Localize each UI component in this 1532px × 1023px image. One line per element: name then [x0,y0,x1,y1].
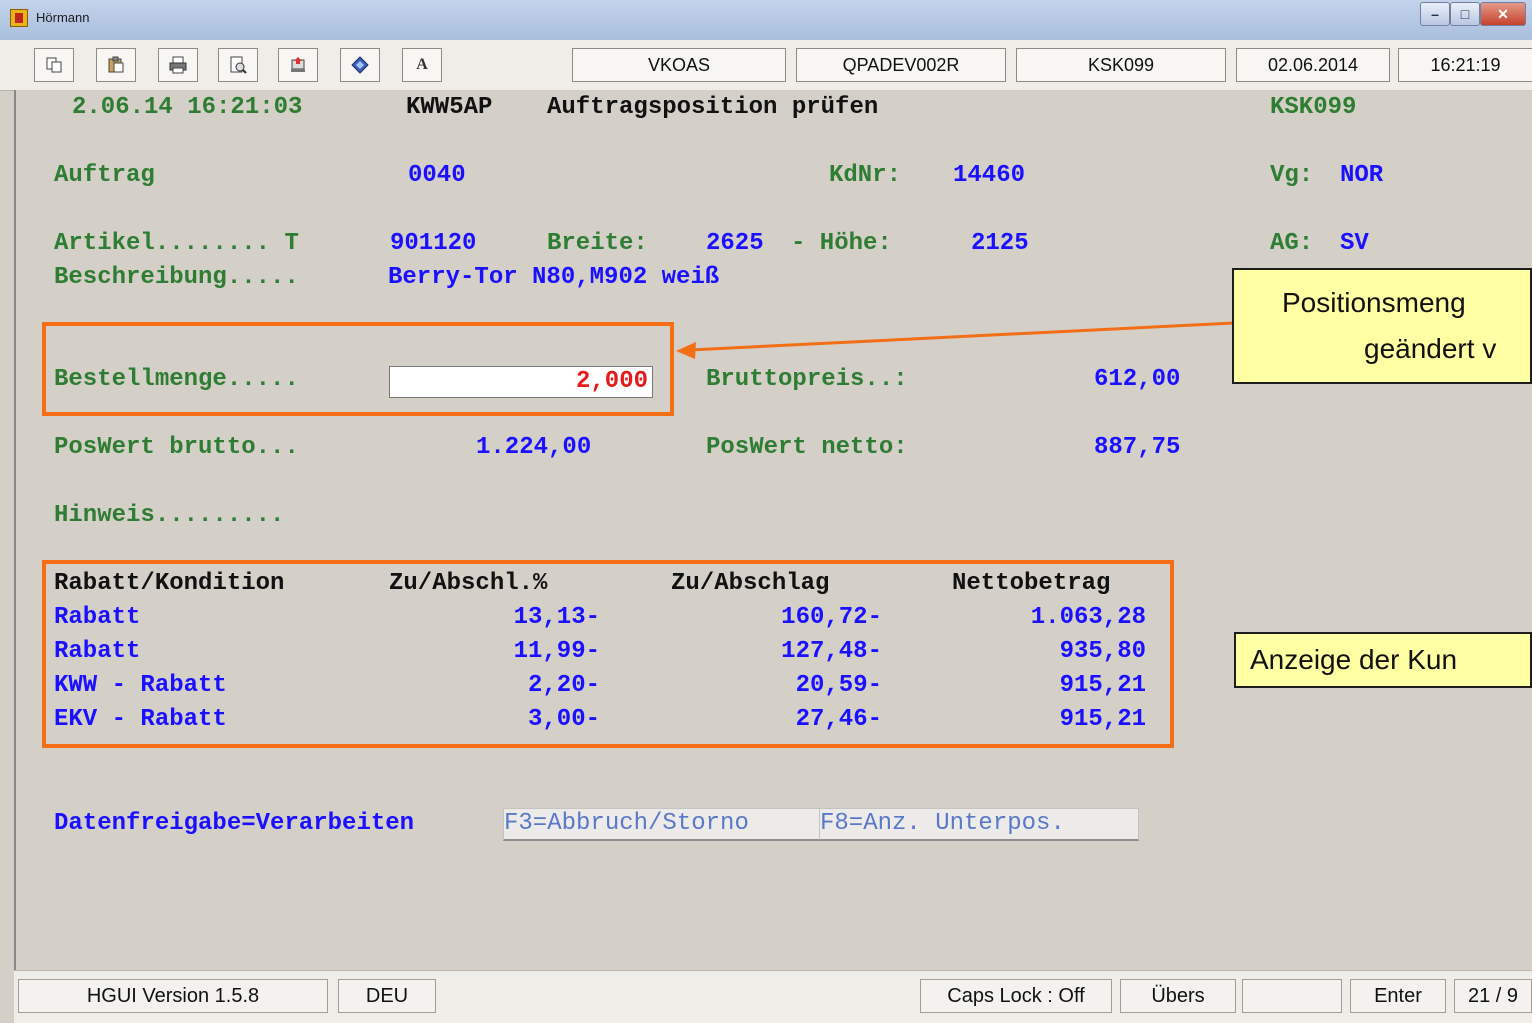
poswert-netto-label: PosWert netto: [706,434,908,461]
row-kondition: Rabatt [54,638,141,665]
help-diamond-icon [351,56,369,74]
callout-positionsmenge: Positionsmeng geändert v [1232,268,1532,384]
auftrag-label: Auftrag [54,162,155,189]
poswert-brutto-label: PosWert brutto... [54,434,299,461]
bestellmenge-input[interactable]: 2,000 [389,366,653,398]
empty-status-field [1242,979,1342,1013]
version-field: HGUI Version 1.5.8 [18,979,328,1013]
callout-line-1: Positionsmeng [1282,287,1466,318]
row-nettobetrag: 1.063,28 [1030,604,1146,631]
header-prozent: Zu/Abschl.% [389,570,548,597]
callout-line-2: geändert v [1364,333,1497,364]
row-kondition: KWW - Rabatt [54,672,227,699]
vg-label: Vg: [1270,162,1314,189]
font-button[interactable]: A [402,48,442,82]
row-kondition: Rabatt [54,604,141,631]
paste-button[interactable] [96,48,136,82]
minimize-button[interactable]: – [1420,2,1450,26]
beschreibung-value: Berry-Tor N80,M902 weiß [388,264,720,291]
auftrag-value: 0040 [408,162,466,189]
ag-value: SV [1340,230,1369,257]
header-kondition: Rabatt/Kondition [54,570,285,597]
artikel-value: 901120 [390,230,477,257]
beschreibung-label: Beschreibung..... [54,264,299,291]
print-preview-button[interactable] [218,48,258,82]
session-date: 02.06.2014 [1236,48,1390,82]
print-screen-icon [291,57,305,72]
close-button[interactable]: ✕ [1480,2,1526,26]
row-nettobetrag: 935,80 [1059,638,1146,665]
screen-datetime: 2.06.14 16:21:03 [72,94,303,121]
row-abschlag: 160,72- [781,604,882,631]
title-bar[interactable]: Hörmann – □ ✕ [0,0,1532,41]
print-button[interactable] [158,48,198,82]
toolbar: A VKOAS QPADEV002R KSK099 02.06.2014 16:… [0,40,1532,91]
uebers-field: Übers [1120,979,1236,1013]
terminal-screen: 2.06.14 16:21:03 KWW5AP Auftragsposition… [14,90,1532,970]
copy-icon [46,57,62,73]
header-nettobetrag: Nettobetrag [952,570,1111,597]
row-nettobetrag: 915,21 [1059,706,1146,733]
session-device: QPADEV002R [796,48,1006,82]
kdnr-label: KdNr: [829,162,902,189]
vg-value: NOR [1340,162,1384,189]
cursor-position-field: 21 / 9 [1454,979,1532,1013]
bruttopreis-label: Bruttopreis..: [706,366,908,393]
hoermann-logo-icon [10,9,28,27]
language-field: DEU [338,979,436,1013]
header-abschlag: Zu/Abschlag [671,570,830,597]
row-prozent: 2,20- [527,672,600,699]
status-bar: HGUI Version 1.5.8 DEU Caps Lock : Off Ü… [14,970,1532,1023]
print-preview-icon [230,56,247,74]
row-kondition: EKV - Rabatt [54,706,227,733]
print-screen-button[interactable] [278,48,318,82]
row-nettobetrag: 915,21 [1059,672,1146,699]
kdnr-value: 14460 [953,162,1026,189]
row-abschlag: 127,48- [781,638,882,665]
breite-value: 2625 [706,230,764,257]
window-title: Hörmann [36,10,90,25]
row-abschlag: 20,59- [795,672,882,699]
callout-anzeige-text: Anzeige der Kun [1250,644,1458,675]
session-user: KSK099 [1016,48,1226,82]
session-time: 16:21:19 [1398,48,1532,82]
session-subsystem: VKOAS [572,48,786,82]
row-prozent: 13,13- [513,604,600,631]
poswert-netto-value: 887,75 [1094,434,1181,461]
application-window: Hörmann – □ ✕ A VKOAS QPADEV002R KSK099 … [0,0,1532,1023]
hinweis-label: Hinweis......... [54,502,285,529]
artikel-label: Artikel........ T [54,230,299,257]
enter-button[interactable]: Enter [1350,979,1446,1013]
screen-title: Auftragsposition prüfen [547,94,879,121]
breite-label: Breite: [547,230,648,257]
bestellmenge-label: Bestellmenge..... [54,366,299,393]
poswert-brutto-value: 1.224,00 [476,434,592,461]
maximize-button[interactable]: □ [1450,2,1480,26]
f3-abbruch-button[interactable]: F3=Abbruch/Storno [503,808,821,841]
program-name: KWW5AP [406,94,493,121]
caps-lock-field: Caps Lock : Off [920,979,1112,1013]
screen-user: KSK099 [1270,94,1357,121]
datenfreigabe-hint: Datenfreigabe=Verarbeiten [54,810,415,837]
bruttopreis-value: 612,00 [1094,366,1181,393]
hoehe-label: - Höhe: [791,230,892,257]
paste-icon [108,56,124,73]
row-prozent: 3,00- [527,706,600,733]
print-icon [169,56,187,74]
font-icon: A [416,56,428,73]
row-prozent: 11,99- [513,638,600,665]
copy-button[interactable] [34,48,74,82]
row-abschlag: 27,46- [795,706,882,733]
hoehe-value: 2125 [971,230,1029,257]
f8-unterpos-button[interactable]: F8=Anz. Unterpos. [819,808,1139,841]
callout-anzeige: Anzeige der Kun [1234,632,1532,688]
ag-label: AG: [1270,230,1314,257]
help-button[interactable] [340,48,380,82]
